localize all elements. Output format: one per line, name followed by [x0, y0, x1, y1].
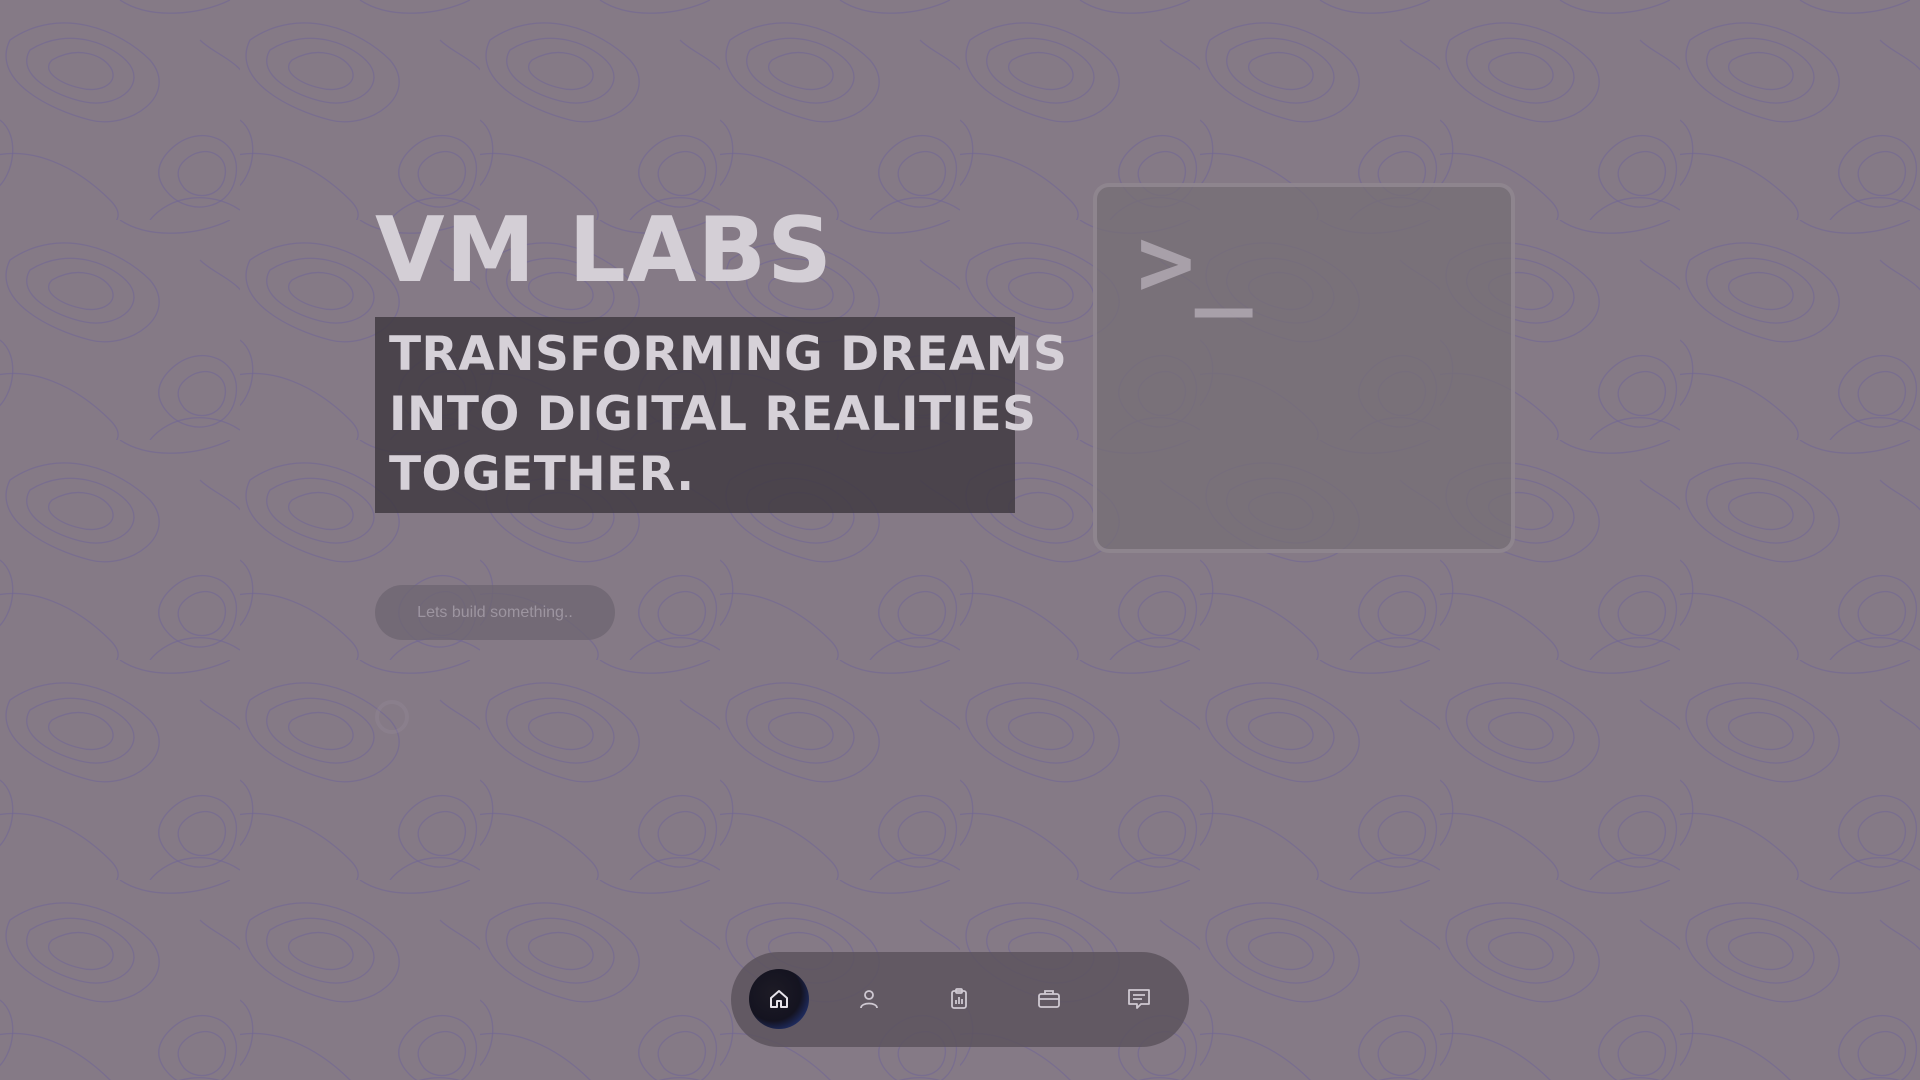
nav-home-button[interactable] — [749, 969, 809, 1029]
tagline-line-3: TOGETHER. — [389, 447, 695, 502]
brand-title: VM LABS — [375, 198, 833, 303]
tagline-box: TRANSFORMING DREAMS INTO DIGITAL REALITI… — [375, 317, 1068, 513]
nav-contact-button[interactable] — [1109, 969, 1169, 1029]
tagline-line-1: TRANSFORMING DREAMS — [389, 327, 1068, 382]
terminal-prompt-icon: >_ — [1137, 206, 1253, 318]
terminal-card: >_ — [1093, 183, 1515, 553]
nav-about-button[interactable] — [839, 969, 899, 1029]
briefcase-icon — [1038, 990, 1060, 1008]
nav-stats-button[interactable] — [929, 969, 989, 1029]
hero-section: VM LABS TRANSFORMING DREAMS INTO DIGITAL… — [375, 196, 1067, 513]
message-icon — [1128, 989, 1150, 1009]
clipboard-chart-icon — [951, 988, 967, 1009]
user-icon — [860, 990, 878, 1009]
topographic-background — [0, 0, 1920, 1080]
bottom-nav-dock — [731, 952, 1189, 1047]
nav-portfolio-button[interactable] — [1019, 969, 1079, 1029]
faint-decoration-icon — [375, 700, 409, 734]
lets-build-button[interactable]: Lets build something.. — [375, 585, 615, 640]
home-icon — [770, 990, 788, 1008]
tagline-line-2: INTO DIGITAL REALITIES — [389, 387, 1037, 442]
